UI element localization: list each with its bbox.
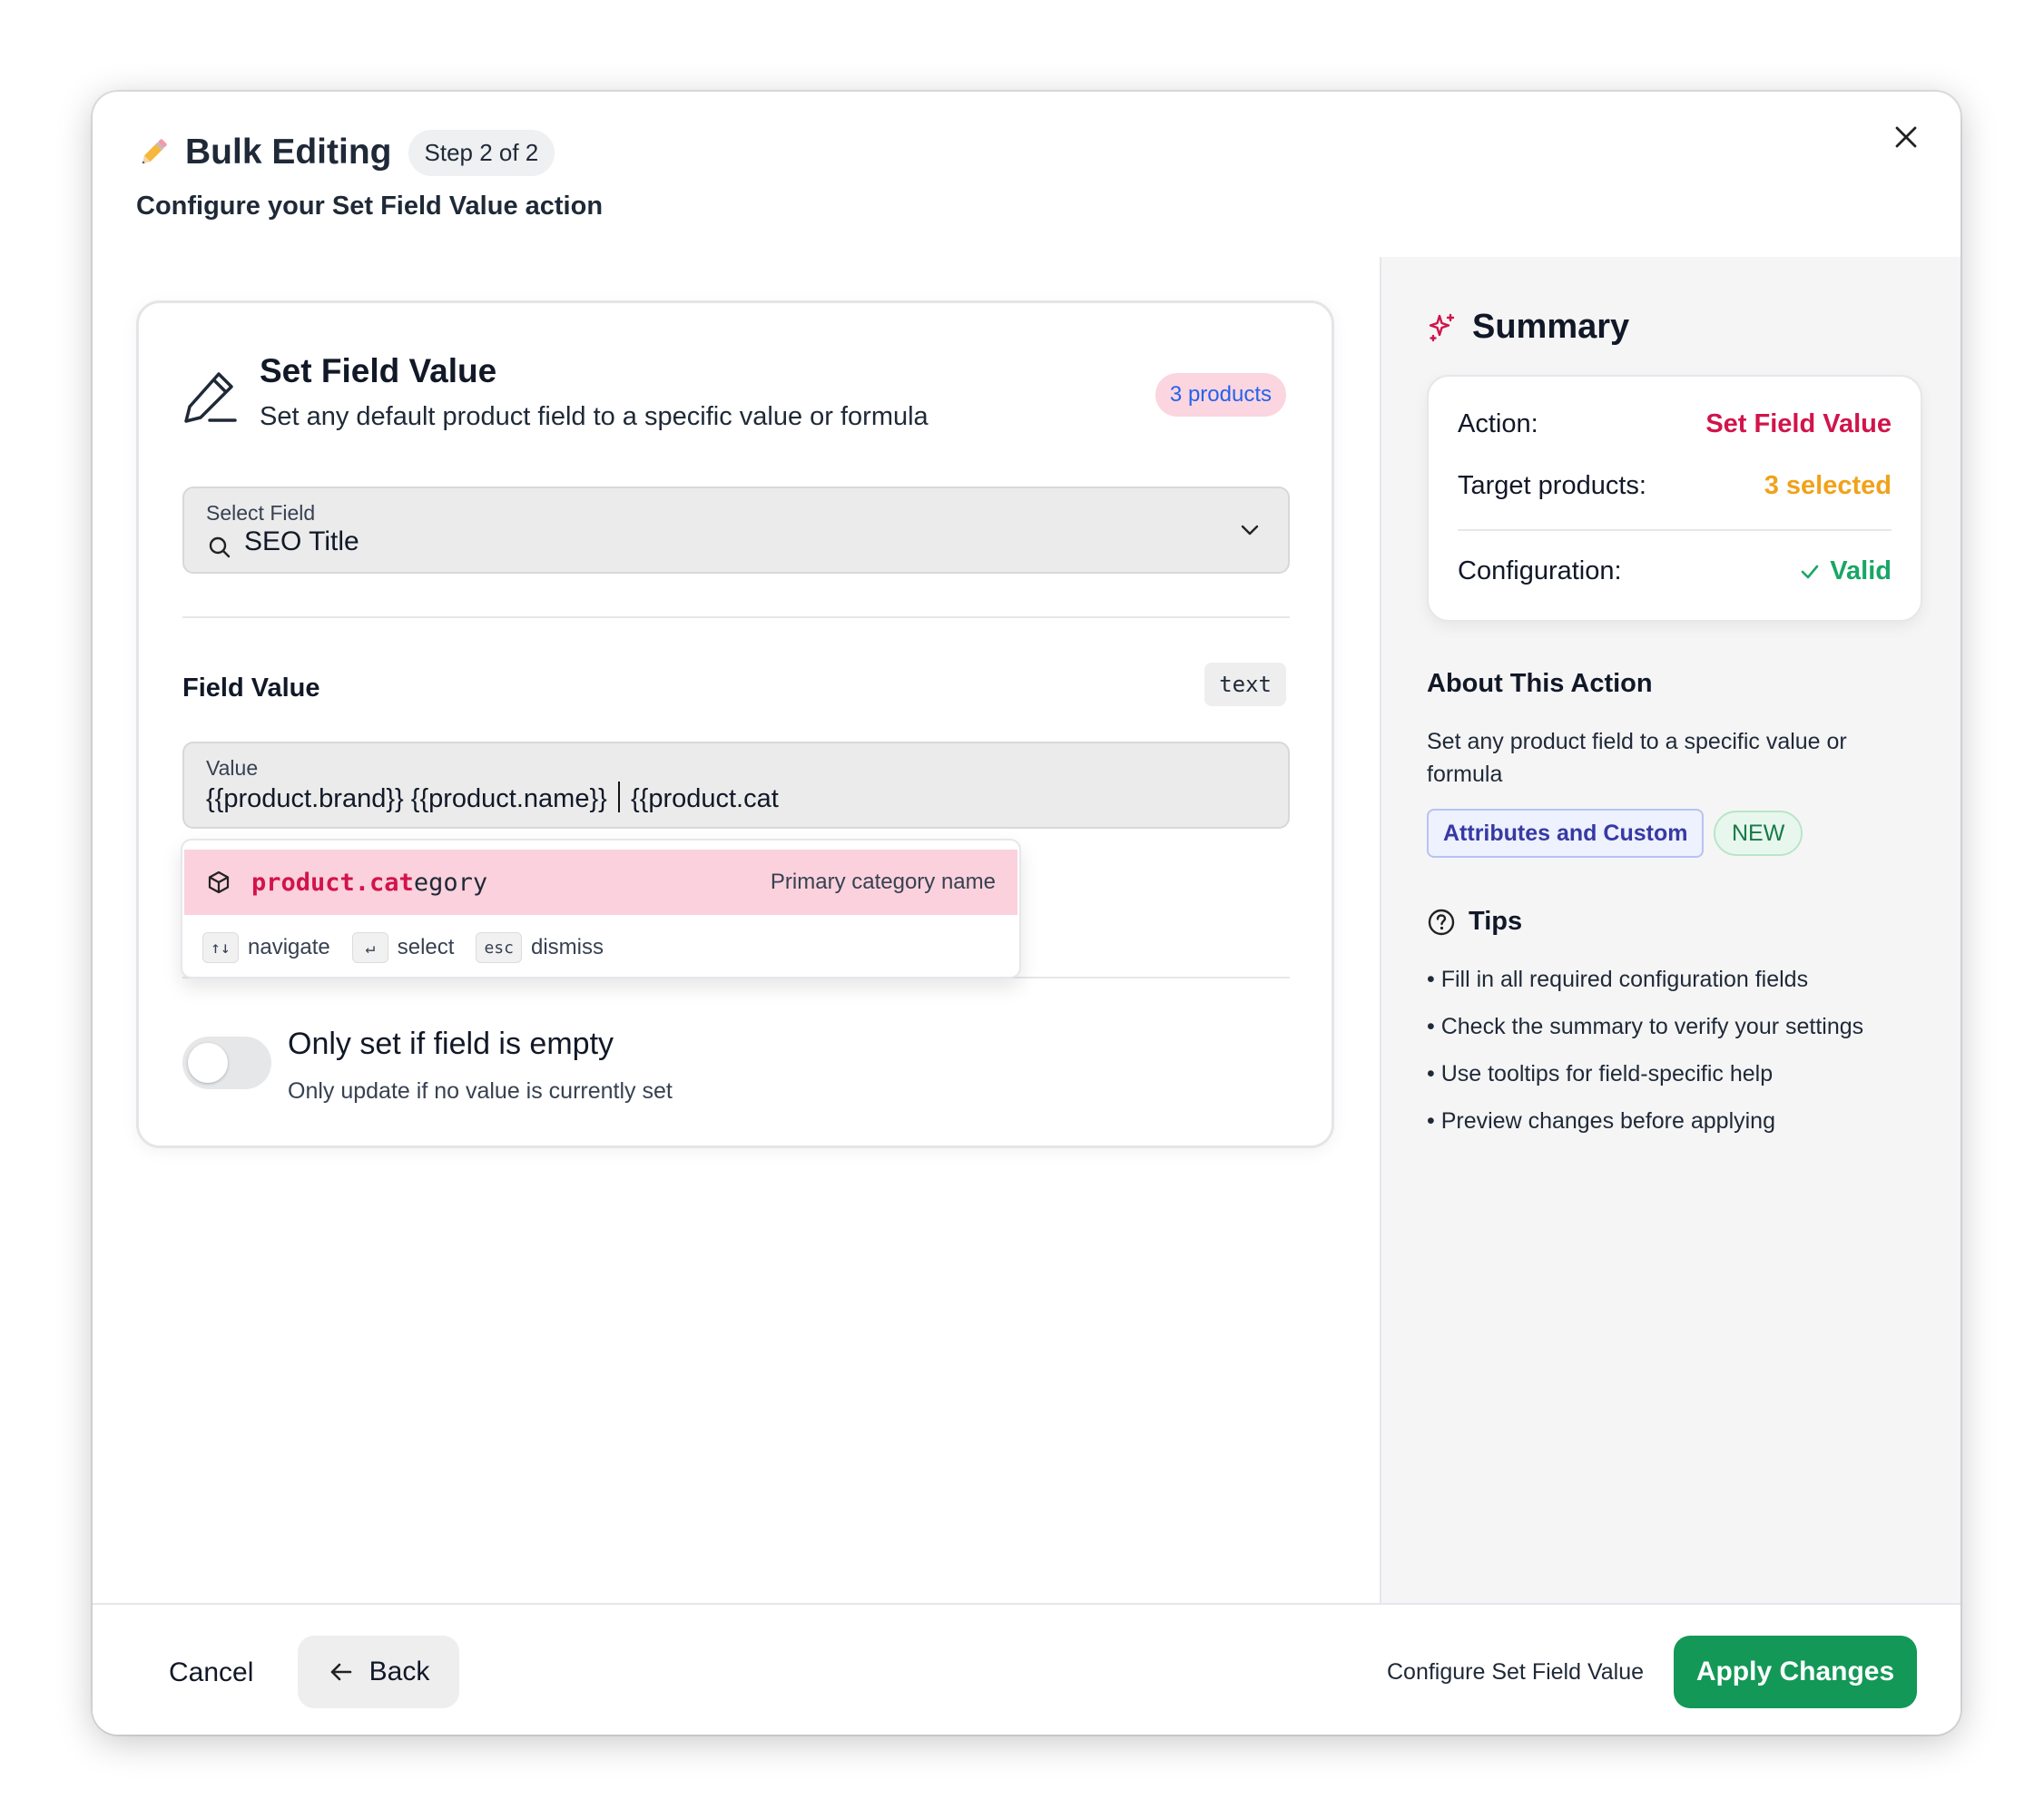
field-type-badge: text — [1204, 663, 1286, 706]
autocomplete-match: product.cat — [251, 868, 414, 897]
summary-key: Configuration: — [1458, 556, 1622, 585]
summary-value: 3 selected — [1764, 471, 1892, 500]
back-button[interactable]: Back — [298, 1636, 459, 1708]
summary-row-action: Action: Set Field Value — [1458, 409, 1892, 439]
summary-key: Target products: — [1458, 471, 1646, 500]
attributes-tag: Attributes and Custom — [1427, 809, 1705, 858]
bulk-edit-modal: Bulk Editing Step 2 of 2 Configure your … — [93, 92, 1960, 1735]
tips-list: Fill in all required configuration field… — [1427, 963, 1863, 1152]
summary-panel: Summary Action: Set Field Value Target p… — [1380, 257, 1960, 1603]
value-text-after: {{product.cat — [623, 784, 779, 813]
text-caret — [617, 782, 620, 812]
divider — [182, 616, 1290, 618]
modal-header: Bulk Editing Step 2 of 2 Configure your … — [93, 92, 1960, 257]
select-field-label: Select Field — [206, 501, 316, 525]
chevron-down-icon — [1241, 525, 1259, 536]
divider — [1458, 529, 1892, 531]
action-config-card: Set Field Value Set any default product … — [136, 300, 1334, 1148]
arrow-left-icon — [330, 1663, 351, 1681]
autocomplete-dropdown: product.category Primary category name ↑… — [181, 839, 1021, 978]
sparkles-icon — [1429, 313, 1455, 341]
summary-header: Summary — [1427, 308, 1629, 347]
kbd-select: ↵ — [351, 932, 388, 963]
value-input[interactable]: Value {{product.brand}} {{product.name}}… — [182, 742, 1290, 829]
hint-navigate: navigate — [248, 935, 330, 959]
summary-value-valid: Valid — [1799, 556, 1892, 586]
tips-title: Tips — [1469, 907, 1523, 936]
back-button-label: Back — [369, 1657, 430, 1686]
search-icon — [209, 536, 231, 558]
checkmark-icon — [1801, 565, 1819, 578]
about-description: Set any product field to a specific valu… — [1427, 729, 1847, 787]
footer-status-note: Configure Set Field Value — [1387, 1659, 1645, 1685]
field-value-label: Field Value — [182, 674, 320, 703]
step-indicator: Step 2 of 2 — [408, 129, 555, 176]
modal-title: Bulk Editing — [185, 133, 392, 172]
kbd-navigate: ↑↓ — [202, 932, 239, 963]
keyboard-hints: ↑↓ navigate ↵ select esc dismiss — [202, 928, 625, 968]
subtitle-suffix: action — [517, 192, 604, 221]
autocomplete-rest: egory — [413, 868, 488, 897]
hint-dismiss: dismiss — [530, 935, 604, 959]
autocomplete-code: product.category — [251, 869, 487, 897]
tip-item: Use tooltips for field-specific help — [1427, 1057, 1863, 1105]
summary-key: Action: — [1458, 409, 1538, 438]
tips-header: Tips — [1427, 907, 1522, 937]
summary-title: Summary — [1472, 308, 1630, 346]
products-count-badge: 3 products — [1155, 373, 1286, 417]
tip-item: Preview changes before applying — [1427, 1105, 1863, 1152]
pen-icon — [184, 372, 237, 423]
subtitle-prefix: Configure your — [136, 192, 332, 221]
only-if-empty-toggle[interactable] — [182, 1037, 271, 1089]
autocomplete-item[interactable]: product.category Primary category name — [184, 850, 1017, 915]
title-row: Bulk Editing Step 2 of 2 — [136, 126, 555, 179]
cube-icon — [208, 870, 230, 894]
toggle-knob — [188, 1043, 228, 1083]
tip-item: Check the summary to verify your setting… — [1427, 1010, 1863, 1057]
subtitle-action: Set Field Value — [331, 192, 518, 221]
new-badge: NEW — [1714, 811, 1803, 856]
summary-card: Action: Set Field Value Target products:… — [1427, 375, 1922, 622]
value-input-label: Value — [206, 756, 259, 780]
select-field-dropdown[interactable]: Select Field SEO Title — [182, 487, 1290, 574]
card-description: Set any default product field to a speci… — [260, 402, 929, 431]
modal-footer: Cancel Back Configure Set Field Value Ap… — [93, 1603, 1960, 1735]
cancel-button[interactable]: Cancel — [136, 1637, 286, 1708]
summary-value: Set Field Value — [1705, 409, 1892, 438]
summary-row-configuration: Configuration: Valid — [1458, 556, 1892, 586]
about-title: About This Action — [1427, 669, 1653, 698]
card-title: Set Field Value — [260, 352, 497, 389]
value-text-before: {{product.brand}} {{product.name}} — [206, 784, 614, 813]
select-field-value: SEO Title — [244, 526, 359, 556]
hint-select: select — [397, 935, 455, 959]
summary-value: Valid — [1830, 556, 1892, 585]
pencil-emoji-icon — [142, 139, 167, 164]
tip-item: Fill in all required configuration field… — [1427, 963, 1863, 1010]
option-title: Only set if field is empty — [288, 1027, 614, 1061]
modal-subtitle: Configure your Set Field Value action — [136, 192, 603, 221]
option-description: Only update if no value is currently set — [288, 1078, 673, 1104]
kbd-dismiss: esc — [476, 932, 522, 963]
value-input-text: {{product.brand}} {{product.name}} {{pro… — [206, 782, 779, 814]
close-button[interactable] — [1881, 112, 1931, 162]
summary-row-target: Target products: 3 selected — [1458, 471, 1892, 501]
apply-changes-button[interactable]: Apply Changes — [1674, 1636, 1917, 1708]
help-circle-icon — [1428, 909, 1455, 935]
close-icon — [1895, 126, 1917, 148]
autocomplete-description: Primary category name — [770, 870, 996, 894]
